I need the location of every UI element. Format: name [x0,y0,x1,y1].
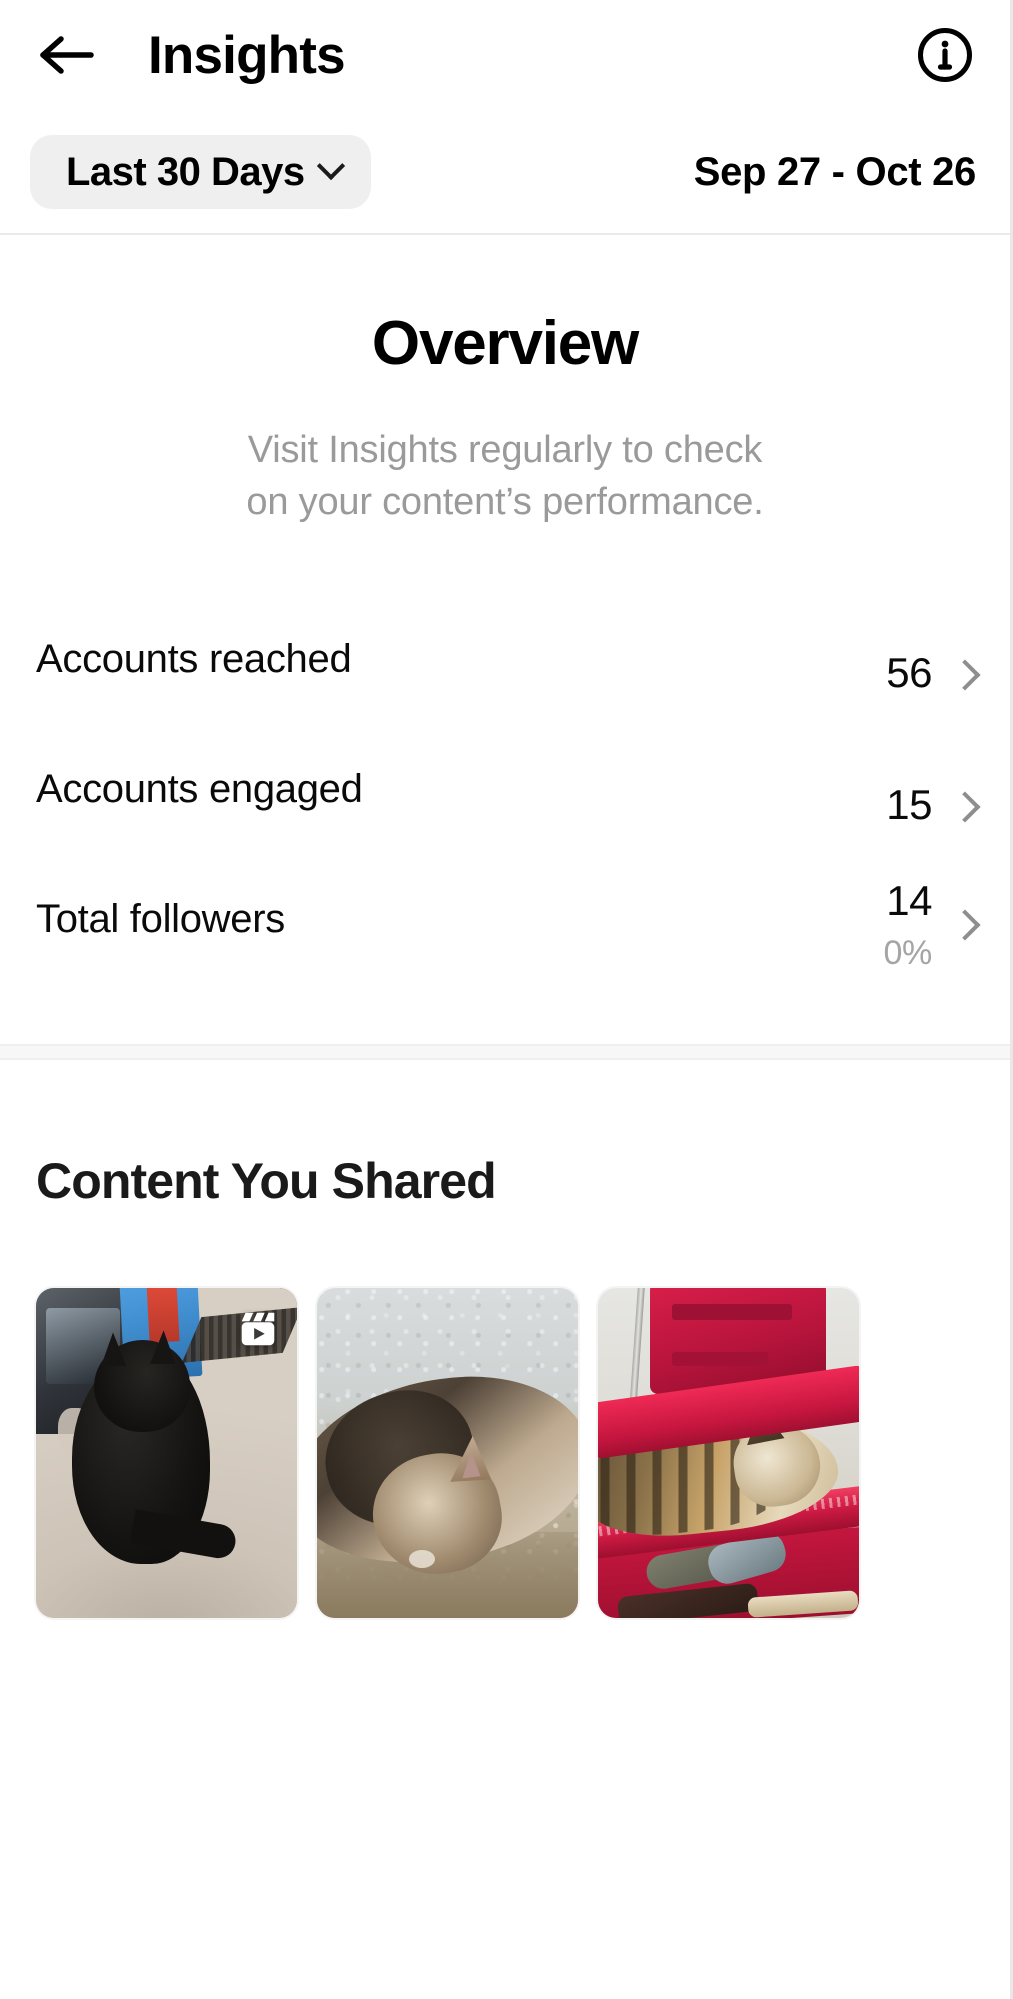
content-you-shared-section: Content You Shared [0,1060,1010,1619]
back-button[interactable] [36,24,98,86]
metric-label: Total followers [36,897,285,942]
date-range-text: Sep 27 - Oct 26 [693,149,977,194]
metric-value-group: 14 0% [883,877,932,973]
info-button[interactable] [914,24,976,86]
chevron-right-icon[interactable] [949,791,981,823]
section-divider [0,1044,1010,1061]
overview-subtitle-line-1: Visit Insights regularly to check [247,429,763,471]
thumbnail-image-cat-in-red-suitcase [598,1288,859,1619]
metrics-list: Accounts reached 56 Accounts engaged 15 … [0,594,1010,984]
overview-subtitle: Visit Insights regularly to check on you… [36,425,974,528]
content-thumbnail[interactable] [317,1288,578,1619]
metric-row-accounts-engaged[interactable]: Accounts engaged 15 [0,724,1010,854]
metric-label: Accounts engaged [36,767,363,812]
metric-value: 15 [886,781,932,829]
metric-label: Accounts reached [36,637,352,682]
metric-value-group: 56 [886,652,932,694]
thumbnail-image-tabby-cat-carpet [317,1288,578,1619]
chevron-right-icon[interactable] [949,909,981,941]
chevron-down-icon [316,151,345,180]
metric-row-total-followers[interactable]: Total followers 14 0% [0,854,1010,984]
date-range-selector[interactable]: Last 30 Days [30,134,371,209]
metric-row-accounts-reached[interactable]: Accounts reached 56 [0,594,1010,724]
info-circle-icon [918,28,972,82]
reel-clapperboard-icon [241,1313,275,1346]
overview-section: Overview Visit Insights regularly to che… [0,235,1010,528]
content-thumbnail[interactable] [36,1288,297,1619]
overview-subtitle-line-2: on your content’s performance. [246,480,764,523]
insights-screen: Insights Last 30 Days Sep 27 - Oct 26 Ov… [0,0,1013,1999]
content-you-shared-title: Content You Shared [36,1153,497,1210]
metric-delta: 0% [883,934,932,973]
chevron-right-icon[interactable] [949,659,981,691]
date-range-selector-label: Last 30 Days [66,149,305,194]
date-filter-row: Last 30 Days Sep 27 - Oct 26 [0,110,1010,235]
metric-value-group: 15 [886,784,932,826]
content-thumbnail[interactable] [598,1288,859,1619]
metric-value: 14 [886,877,932,925]
arrow-left-icon [40,36,94,74]
page-title: Insights [148,25,346,85]
overview-title: Overview [371,309,639,378]
metric-value: 56 [886,649,932,697]
content-thumbnail-strip [0,1288,1010,1619]
navigation-bar: Insights [0,0,1010,110]
